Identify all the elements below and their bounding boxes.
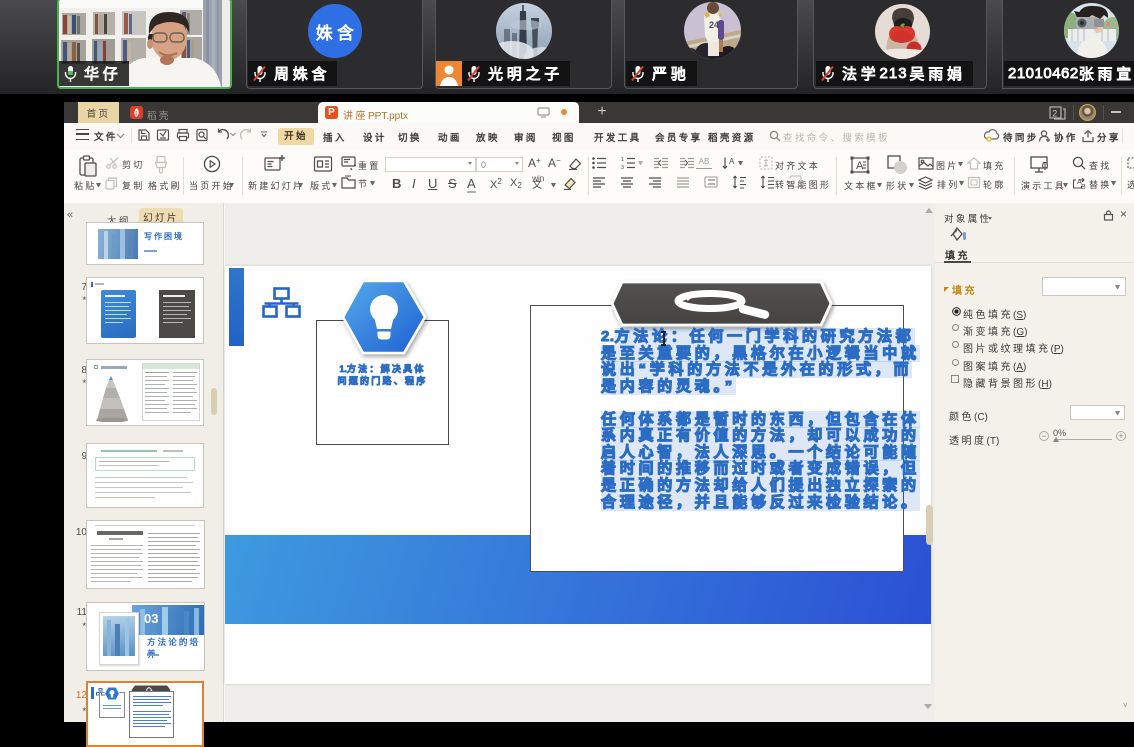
svg-text:A: A	[729, 157, 735, 166]
svg-text:A: A	[856, 160, 864, 172]
svg-text:3: 3	[621, 165, 624, 169]
svg-text:24: 24	[709, 20, 719, 30]
svg-text:B: B	[1081, 184, 1086, 190]
svg-text:1: 1	[621, 157, 624, 163]
svg-text:2: 2	[1052, 109, 1057, 119]
